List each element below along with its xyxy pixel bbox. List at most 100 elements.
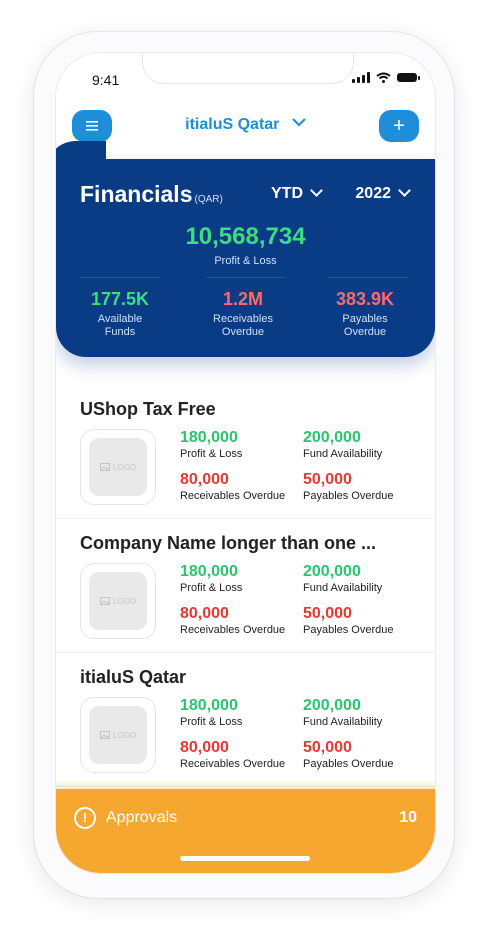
period-dropdown[interactable]: YTD xyxy=(271,184,323,203)
profit-loss-label: Profit & Loss xyxy=(214,255,277,267)
stat-label: Receivables Overdue xyxy=(180,758,286,770)
metric-label: Payables Overdue xyxy=(315,313,415,339)
approvals-bar[interactable]: ! Approvals 10 xyxy=(56,779,435,873)
stat-fund-availability: 200,000 Fund Availability xyxy=(303,697,382,728)
financials-title: Financials (QAR) xyxy=(80,181,223,208)
metric-label-line1: Receivables xyxy=(213,313,273,325)
stat-receivables-overdue: 80,000 Receivables Overdue xyxy=(180,605,285,636)
stat-value: 80,000 xyxy=(180,471,229,488)
stat-label: Profit & Loss xyxy=(180,448,243,460)
logo-placeholder: LOGO xyxy=(89,572,147,630)
approvals-count: 10 xyxy=(399,809,417,826)
currency-label: (QAR) xyxy=(194,194,223,205)
status-time: 9:41 xyxy=(92,72,120,88)
stat-receivables-overdue: 80,000 Receivables Overdue xyxy=(180,739,285,770)
divider xyxy=(206,277,286,278)
stat-value: 180,000 xyxy=(180,429,238,446)
battery-icon xyxy=(397,73,420,82)
stat-fund-availability: 200,000 Fund Availability xyxy=(303,429,382,460)
stat-label: Fund Availability xyxy=(303,448,383,460)
status-icons xyxy=(352,72,420,83)
stat-label: Receivables Overdue xyxy=(180,490,286,502)
stat-payables-overdue: 50,000 Payables Overdue xyxy=(303,739,394,770)
year-dropdown[interactable]: 2022 xyxy=(355,184,411,203)
stat-label: Receivables Overdue xyxy=(180,624,286,636)
metric-available-funds[interactable]: 177.5K Available Funds xyxy=(70,289,170,339)
stat-profit-loss: 180,000 Profit & Loss xyxy=(180,563,242,594)
metric-receivables-overdue[interactable]: 1.2M Receivables Overdue xyxy=(193,289,293,339)
profit-loss-value: 10,568,734 xyxy=(185,223,306,250)
company-logo: LOGO xyxy=(80,429,156,505)
stat-label: Payables Overdue xyxy=(303,758,394,770)
chevron-down-icon xyxy=(292,118,306,127)
stat-label: Fund Availability xyxy=(303,716,383,728)
period-value: YTD xyxy=(271,185,303,202)
company-selector-label: itialuS Qatar xyxy=(185,116,280,133)
logo-placeholder: LOGO xyxy=(89,706,147,764)
company-name: Company Name longer than one ... xyxy=(80,533,377,553)
stat-label: Payables Overdue xyxy=(303,624,394,636)
metric-label: Available Funds xyxy=(70,313,170,339)
divider xyxy=(80,277,160,278)
stat-payables-overdue: 50,000 Payables Overdue xyxy=(303,605,394,636)
stat-receivables-overdue: 80,000 Receivables Overdue xyxy=(180,471,285,502)
stat-value: 50,000 xyxy=(303,605,352,622)
stat-value: 200,000 xyxy=(303,429,361,446)
divider xyxy=(328,277,408,278)
company-name: UShop Tax Free xyxy=(80,399,216,419)
stat-value: 50,000 xyxy=(303,471,352,488)
plus-icon: + xyxy=(393,115,405,137)
financials-card: Financials (QAR) YTD 2022 10,568,734 Prof… xyxy=(56,141,435,357)
stat-profit-loss: 180,000 Profit & Loss xyxy=(180,429,242,460)
company-card[interactable]: Company Name longer than one ... LOGO 18… xyxy=(56,519,435,653)
app-header: itialuS Qatar + xyxy=(56,110,435,146)
image-icon xyxy=(99,463,110,471)
chevron-down-icon xyxy=(398,184,411,197)
logo-text: LOGO xyxy=(112,730,137,740)
app-screen: 9:41 itialuS Qatar + Financials (QAR) YT… xyxy=(56,53,435,873)
year-value: 2022 xyxy=(355,185,391,202)
company-list: UShop Tax Free LOGO 180,000 Profit & Los… xyxy=(56,385,435,787)
logo-placeholder: LOGO xyxy=(89,438,147,496)
alert-circle-icon: ! xyxy=(74,807,96,829)
metric-label-line1: Payables xyxy=(342,313,388,325)
signal-icon xyxy=(352,72,370,83)
wifi-icon xyxy=(376,72,391,83)
logo-text: LOGO xyxy=(112,596,137,606)
stat-value: 80,000 xyxy=(180,739,229,756)
stat-value: 180,000 xyxy=(180,563,238,580)
stat-payables-overdue: 50,000 Payables Overdue xyxy=(303,471,394,502)
metric-label-line1: Available xyxy=(97,313,143,325)
metric-value: 177.5K xyxy=(90,289,150,309)
stat-value: 80,000 xyxy=(180,605,229,622)
metric-label-line2: Funds xyxy=(104,326,136,338)
metric-label-line2: Overdue xyxy=(343,326,387,338)
stat-value: 200,000 xyxy=(303,697,361,714)
stat-profit-loss: 180,000 Profit & Loss xyxy=(180,697,242,728)
stat-fund-availability: 200,000 Fund Availability xyxy=(303,563,382,594)
metric-payables-overdue[interactable]: 383.9K Payables Overdue xyxy=(315,289,415,339)
stat-label: Profit & Loss xyxy=(180,716,243,728)
stat-value: 180,000 xyxy=(180,697,238,714)
chevron-down-icon xyxy=(310,184,323,197)
logo-text: LOGO xyxy=(112,462,137,472)
stat-label: Payables Overdue xyxy=(303,490,394,502)
add-button[interactable]: + xyxy=(379,110,419,142)
stat-value: 50,000 xyxy=(303,739,352,756)
company-card[interactable]: UShop Tax Free LOGO 180,000 Profit & Los… xyxy=(56,385,435,519)
metric-label-line2: Overdue xyxy=(221,326,265,338)
metric-value: 1.2M xyxy=(222,289,264,309)
metric-value: 383.9K xyxy=(335,289,395,309)
device-notch xyxy=(142,53,354,84)
image-icon xyxy=(99,731,110,739)
home-indicator[interactable] xyxy=(180,856,310,861)
financials-title-text: Financials xyxy=(80,181,193,207)
company-card[interactable]: itialuS Qatar LOGO 180,000 Profit & Loss… xyxy=(56,653,435,787)
image-icon xyxy=(99,597,110,605)
stat-value: 200,000 xyxy=(303,563,361,580)
stat-label: Profit & Loss xyxy=(180,582,243,594)
approvals-label: Approvals xyxy=(106,809,178,826)
metric-label: Receivables Overdue xyxy=(193,313,293,339)
stat-label: Fund Availability xyxy=(303,582,383,594)
company-logo: LOGO xyxy=(80,697,156,773)
